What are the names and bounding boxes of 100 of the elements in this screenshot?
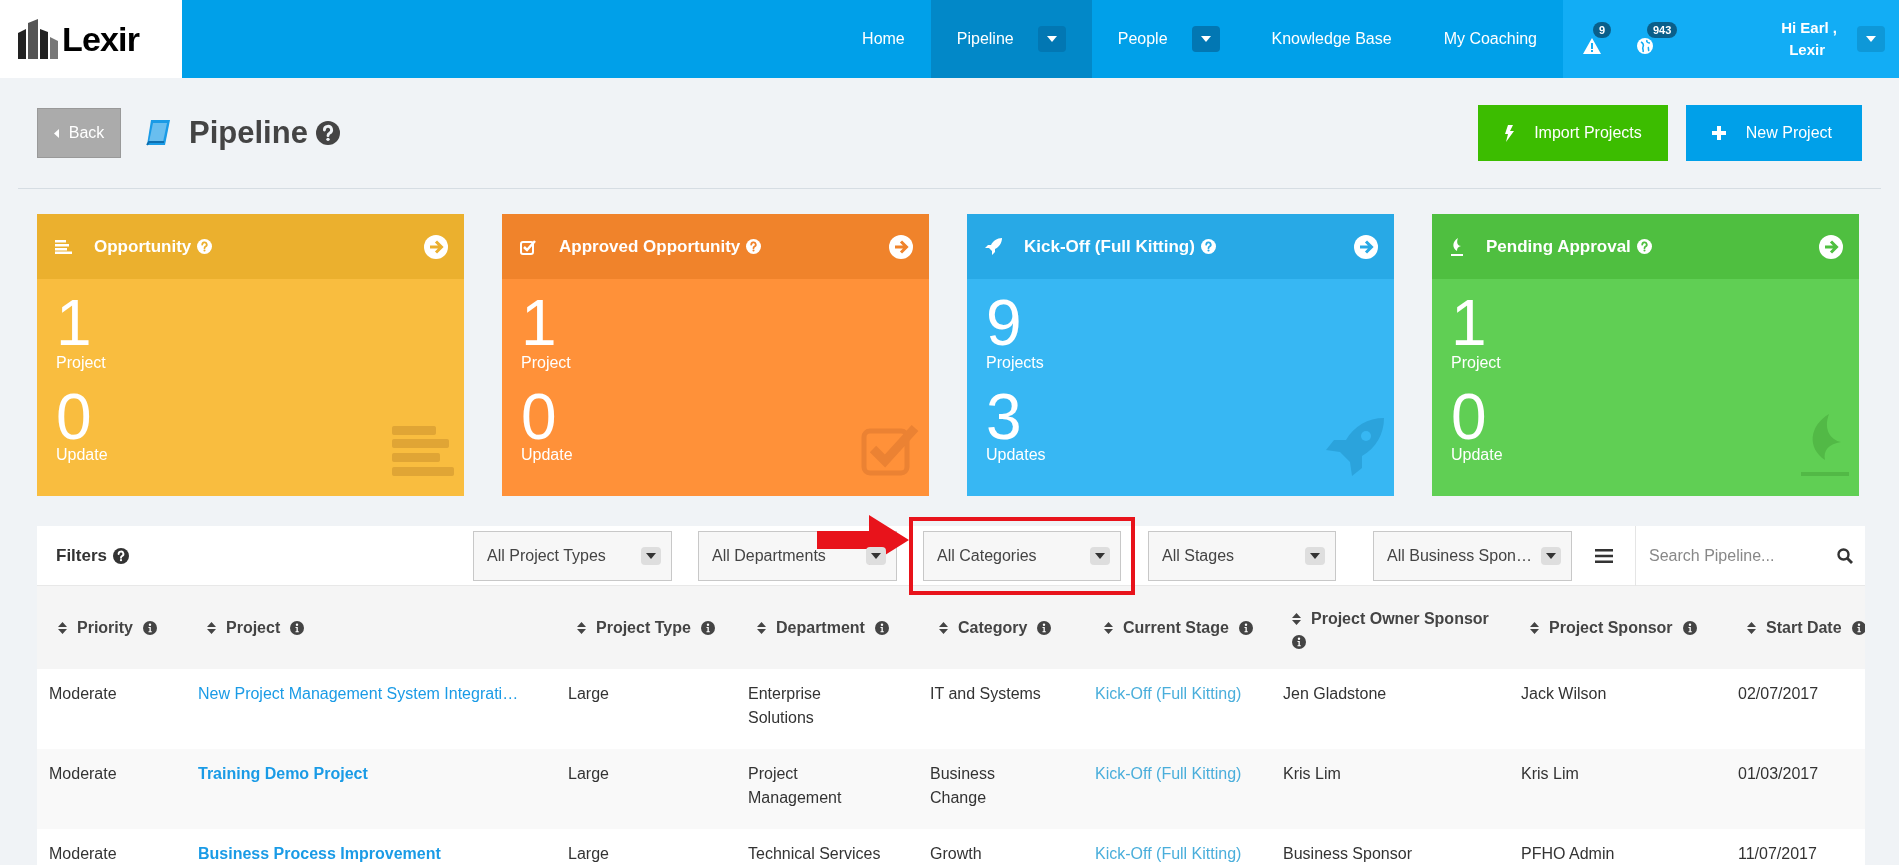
lightning-icon	[1504, 124, 1515, 142]
caret-icon	[1546, 552, 1556, 559]
column-header[interactable]: Project Owner Sponsor	[1280, 606, 1518, 649]
search-icon[interactable]	[1837, 547, 1853, 564]
user-menu-button[interactable]	[1857, 26, 1885, 52]
column-header[interactable]: Start Date	[1735, 615, 1865, 640]
rocket-icon	[985, 238, 1002, 255]
search-field[interactable]: Search Pipeline...	[1649, 543, 1837, 568]
nav-item[interactable]: People	[1091, 0, 1246, 78]
table-cell: Enterprise Solutions	[748, 685, 821, 726]
table-cell: Business Sponsor	[1283, 845, 1412, 862]
card-title: Approved Opportunity	[559, 235, 741, 258]
arrow-circle-icon[interactable]	[889, 234, 913, 259]
info-icon[interactable]	[1851, 620, 1865, 635]
plus-icon	[1711, 126, 1726, 140]
project-count: 9	[986, 291, 1022, 355]
new-project-button[interactable]: New Project	[1685, 105, 1862, 161]
project-count: 1	[1451, 291, 1487, 355]
column-header[interactable]: Project	[195, 615, 565, 640]
table-cell: Business Change	[930, 765, 995, 806]
info-icon[interactable]	[1682, 620, 1697, 635]
project-link[interactable]: Training Demo Project	[198, 765, 368, 782]
dropdown-button[interactable]	[1090, 546, 1110, 565]
table-cell: Growth	[930, 845, 982, 862]
nav-item[interactable]: Knowledge Base	[1245, 0, 1418, 78]
dropdown-button[interactable]	[1305, 546, 1325, 565]
user-greeting: Hi Earl ,	[1781, 18, 1837, 38]
table-cell: 02/07/2017	[1738, 685, 1819, 702]
back-button[interactable]: Back	[37, 108, 121, 158]
caret-icon	[1046, 36, 1057, 42]
info-icon[interactable]	[290, 620, 305, 635]
stage-link[interactable]: Kick-Off (Full Kitting)	[1095, 765, 1242, 782]
organization-name: Lexir	[1789, 40, 1825, 60]
lines-icon	[392, 426, 454, 476]
help-icon[interactable]	[315, 121, 340, 145]
stage-link[interactable]: Kick-Off (Full Kitting)	[1095, 845, 1242, 862]
column-title: Project Owner Sponsor	[1311, 608, 1489, 629]
table-cell: Project Management	[748, 765, 842, 806]
column-header[interactable]: Project Sponsor	[1518, 615, 1735, 640]
stage-link[interactable]: Kick-Off (Full Kitting)	[1095, 685, 1242, 702]
caret-icon	[1095, 552, 1105, 559]
info-icon[interactable]	[1037, 620, 1052, 635]
page-title: Pipeline	[189, 113, 308, 152]
card-title: Pending Approval	[1486, 235, 1631, 258]
nav-item[interactable]: My Coaching	[1417, 0, 1563, 78]
info-icon[interactable]	[1238, 620, 1253, 635]
project-link[interactable]: Business Process Improvement	[198, 845, 441, 862]
checkbox-icon	[520, 238, 537, 255]
sort-icon[interactable]	[577, 620, 586, 635]
help-icon[interactable]	[113, 547, 130, 564]
project-link[interactable]: New Project Management System Integrati…	[198, 685, 519, 702]
column-title: Current Stage	[1123, 617, 1229, 638]
info-icon[interactable]	[700, 620, 715, 635]
stage-card[interactable]: Approved Opportunity 1 Project 0Update	[502, 214, 929, 496]
dropdown-button[interactable]	[1541, 546, 1561, 565]
column-title: Priority	[77, 617, 133, 638]
column-header[interactable]: Department	[745, 615, 927, 640]
arrow-circle-icon[interactable]	[1354, 234, 1378, 259]
filter-dropdown[interactable]: All Categories	[923, 530, 1121, 581]
count-label: Project	[1451, 353, 1501, 373]
import-button[interactable]: Import Projects	[1478, 105, 1668, 161]
filter-dropdown[interactable]: All Project Types	[473, 530, 672, 581]
table-cell: Large	[568, 685, 609, 702]
column-title: Project Sponsor	[1549, 617, 1673, 638]
sort-icon[interactable]	[58, 620, 67, 635]
caret-icon	[1866, 36, 1876, 42]
column-header[interactable]: Category	[927, 615, 1092, 640]
stage-card[interactable]: Kick-Off (Full Kitting) 9 Projects 3Updates	[967, 214, 1394, 496]
info-icon[interactable]	[143, 620, 157, 635]
card-title: Opportunity	[94, 235, 192, 258]
filter-dropdown[interactable]: All Stages	[1148, 530, 1336, 581]
column-header[interactable]: Priority	[46, 615, 195, 640]
column-title: Project Type	[596, 617, 691, 638]
menu-icon[interactable]	[1595, 548, 1613, 563]
table-cell: Technical Services	[748, 845, 881, 862]
filter-dropdown[interactable]: All Business Spon…	[1373, 530, 1572, 581]
sort-icon[interactable]	[1747, 620, 1756, 635]
logo[interactable]: Lexir	[0, 0, 182, 78]
lines-icon	[55, 239, 72, 254]
sort-icon[interactable]	[1530, 620, 1539, 635]
nav-item[interactable]: Home	[836, 0, 931, 78]
table-cell: Jen Gladstone	[1283, 685, 1387, 702]
buildings-icon	[16, 19, 60, 59]
info-icon[interactable]	[1292, 634, 1306, 649]
count-label: Project	[56, 353, 106, 373]
sort-icon[interactable]	[207, 620, 216, 635]
table-cell: Kris Lim	[1283, 765, 1341, 782]
sort-icon[interactable]	[1104, 620, 1113, 635]
count-badge: 943	[1647, 22, 1678, 38]
column-title: Category	[958, 617, 1028, 638]
column-header[interactable]: Project Type	[565, 615, 745, 640]
nav-item[interactable]: Pipeline	[930, 0, 1092, 78]
caret-icon	[1310, 552, 1320, 559]
sort-icon[interactable]	[939, 620, 948, 635]
dropdown-button[interactable]	[641, 546, 661, 565]
table-cell: Moderate	[49, 845, 117, 862]
info-icon[interactable]	[874, 620, 889, 635]
sort-icon[interactable]	[1292, 611, 1301, 626]
column-header[interactable]: Current Stage	[1092, 615, 1280, 640]
sort-icon[interactable]	[757, 620, 766, 635]
